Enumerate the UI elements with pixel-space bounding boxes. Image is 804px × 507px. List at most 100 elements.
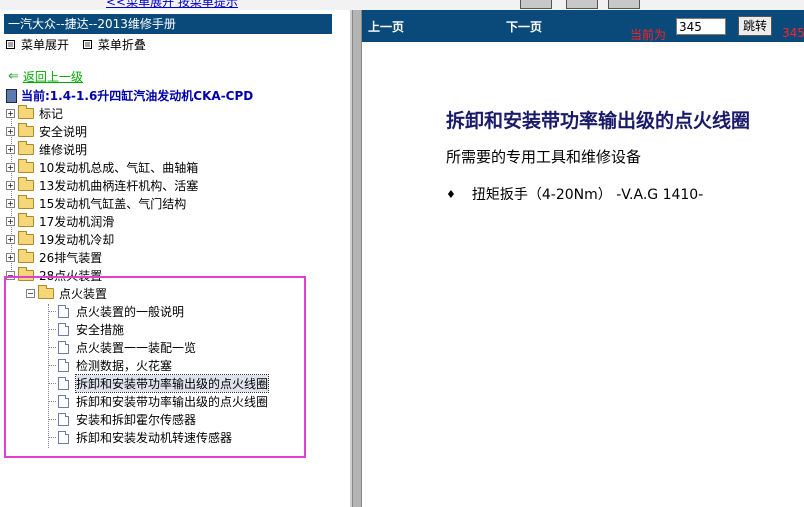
content-area: 拆卸和安装带功率输出级的点火线圈 所需要的专用工具和维修设备 ♦ 扭矩扳手（4-… <box>362 42 804 507</box>
expand-plus-icon[interactable]: + <box>6 234 15 244</box>
manual-title: 一汽大众--捷达--2013维修手册 <box>4 14 332 34</box>
tree-item[interactable]: + 标记 <box>6 104 63 122</box>
tool-label: 扭矩扳手（4-20Nm） -V.A.G 1410- <box>471 187 704 203</box>
prev-page-button[interactable]: 上一页 <box>368 18 404 35</box>
tree-item[interactable]: + 维修说明 <box>6 140 87 158</box>
back-link-label[interactable]: 返回上一级 <box>23 68 83 85</box>
panel-divider[interactable] <box>352 10 362 507</box>
tree-item-label: 标记 <box>39 106 64 121</box>
current-page-label: 当前为 <box>630 28 667 42</box>
doc-item[interactable]: 点火装置一一装配一览 <box>58 338 196 356</box>
document-icon <box>58 358 69 372</box>
back-link[interactable]: ⇐ 返回上一级 <box>8 68 83 85</box>
document-icon <box>58 304 69 318</box>
folder-icon <box>18 104 34 119</box>
tree-item[interactable]: +15发动机气缸盖、气门结构 <box>6 194 186 212</box>
tree-branch-line <box>48 347 56 348</box>
doc-item-label: 拆卸和安装带功率输出级的点火线圈 <box>76 394 269 409</box>
expand-menu-button[interactable]: 菜单展开 <box>6 36 69 53</box>
doc-item-label: 安全措施 <box>76 322 125 337</box>
back-arrow-icon: ⇐ <box>8 68 19 84</box>
toolbar-button-1[interactable] <box>520 0 552 9</box>
doc-item[interactable]: 安全措施 <box>58 320 124 338</box>
document-stack-icon <box>6 88 17 103</box>
tree-branch-line <box>48 401 56 402</box>
tree-item-label: 19发动机冷却 <box>39 232 115 247</box>
tree-guide-line-2 <box>48 304 49 448</box>
doc-item-label: 拆卸和安装发动机转速传感器 <box>76 430 233 445</box>
tree-item-label: 安全说明 <box>39 124 88 139</box>
doc-item[interactable]: 点火装置的一般说明 <box>58 302 184 320</box>
tree-item[interactable]: +10发动机总成、气缸、曲轴箱 <box>6 158 198 176</box>
collapse-minus-icon[interactable]: − <box>6 270 15 280</box>
doc-item-selected[interactable]: 拆卸和安装带功率输出级的点火线圈 <box>58 373 270 393</box>
collapse-label: 菜单折叠 <box>97 38 146 52</box>
collapse-menu-button[interactable]: 菜单折叠 <box>82 36 146 53</box>
go-button[interactable]: 跳转 <box>738 16 772 36</box>
expand-plus-icon[interactable]: + <box>6 198 15 208</box>
tree-item[interactable]: + 安全说明 <box>6 122 87 140</box>
expand-plus-icon[interactable]: + <box>6 252 15 262</box>
next-page-button[interactable]: 下一页 <box>506 18 542 35</box>
tree-branch-line <box>48 437 56 438</box>
expand-plus-icon[interactable]: + <box>6 126 15 136</box>
page-title: 拆卸和安装带功率输出级的点火线圈 <box>446 110 751 132</box>
subfolder-label: 点火装置 <box>59 286 108 301</box>
doc-item[interactable]: 拆卸和安装带功率输出级的点火线圈 <box>58 392 268 410</box>
left-panel: 一汽大众--捷达--2013维修手册 菜单展开 菜单折叠 ⇐ 返回上一级 当前:… <box>0 10 352 507</box>
tree-item-label: 10发动机总成、气缸、曲轴箱 <box>39 160 199 175</box>
document-icon <box>58 412 69 426</box>
tree-branch-line <box>48 383 56 384</box>
doc-item-label: 拆卸和安装带功率输出级的点火线圈 <box>74 373 270 393</box>
current-location: 当前:1.4-1.6升四缸汽油发动机CKA-CPD <box>6 87 253 104</box>
tree-item[interactable]: +19发动机冷却 <box>6 230 114 248</box>
tree-item[interactable]: +17发动机润滑 <box>6 212 114 230</box>
collapse-minus-icon[interactable]: − <box>26 288 35 298</box>
open-folder-icon <box>38 284 54 299</box>
toolbar-button-3[interactable] <box>608 0 640 9</box>
folder-icon <box>18 176 34 191</box>
tree-item-label: 13发动机曲柄连杆机构、活塞 <box>39 178 199 193</box>
section-subtitle: 所需要的专用工具和维修设备 <box>446 148 642 166</box>
tree-item-label: 28点火装置 <box>39 268 103 283</box>
expand-plus-icon[interactable]: + <box>6 162 15 172</box>
doc-item[interactable]: 拆卸和安装发动机转速传感器 <box>58 428 232 446</box>
doc-item-label: 点火装置一一装配一览 <box>76 340 197 355</box>
expand-plus-icon[interactable]: + <box>6 216 15 226</box>
menu-bar: 菜单展开 菜单折叠 <box>6 36 156 52</box>
doc-item[interactable]: 检测数据，火花塞 <box>58 356 172 374</box>
folder-icon <box>18 248 34 263</box>
doc-item-label: 点火装置的一般说明 <box>76 304 185 319</box>
folder-icon <box>18 122 34 137</box>
document-icon <box>58 394 69 408</box>
toolbar-button-2[interactable] <box>566 0 598 9</box>
expand-plus-icon[interactable]: + <box>6 108 15 118</box>
doc-item[interactable]: 安装和拆卸霍尔传感器 <box>58 410 196 428</box>
top-link[interactable]: <<菜单展开 按菜单提示 <box>106 0 238 10</box>
current-page-number: 345 <box>782 26 804 40</box>
doc-item-label: 安装和拆卸霍尔传感器 <box>76 412 197 427</box>
folder-icon <box>18 194 34 209</box>
expand-icon <box>6 40 15 49</box>
folder-icon <box>18 140 34 155</box>
folder-icon <box>18 230 34 245</box>
tree-item[interactable]: +26排气装置 <box>6 248 102 266</box>
tree-item-expanded[interactable]: − 28点火装置 <box>6 266 102 284</box>
tree-item-label: 26排气装置 <box>39 250 103 265</box>
tree-item[interactable]: +13发动机曲柄连杆机构、活塞 <box>6 176 198 194</box>
expand-plus-icon[interactable]: + <box>6 180 15 190</box>
tree-item-label: 15发动机气缸盖、气门结构 <box>39 196 187 211</box>
collapse-icon <box>82 40 92 49</box>
subfolder-item[interactable]: − 点火装置 <box>26 284 107 302</box>
top-toolbar: <<菜单展开 按菜单提示 <box>0 0 804 10</box>
diamond-bullet-icon: ♦ <box>446 187 456 201</box>
doc-item-label: 检测数据，火花塞 <box>76 358 173 373</box>
tree-item-label: 维修说明 <box>39 142 88 157</box>
nav-bar: 上一页 下一页 当前为 跳转 345 <box>362 10 804 42</box>
page-number-input[interactable] <box>676 18 726 35</box>
document-icon <box>58 430 69 444</box>
current-location-label: 当前:1.4-1.6升四缸汽油发动机CKA-CPD <box>21 89 254 103</box>
tree-branch-line <box>48 311 56 312</box>
document-icon <box>58 322 69 336</box>
expand-plus-icon[interactable]: + <box>6 144 15 154</box>
